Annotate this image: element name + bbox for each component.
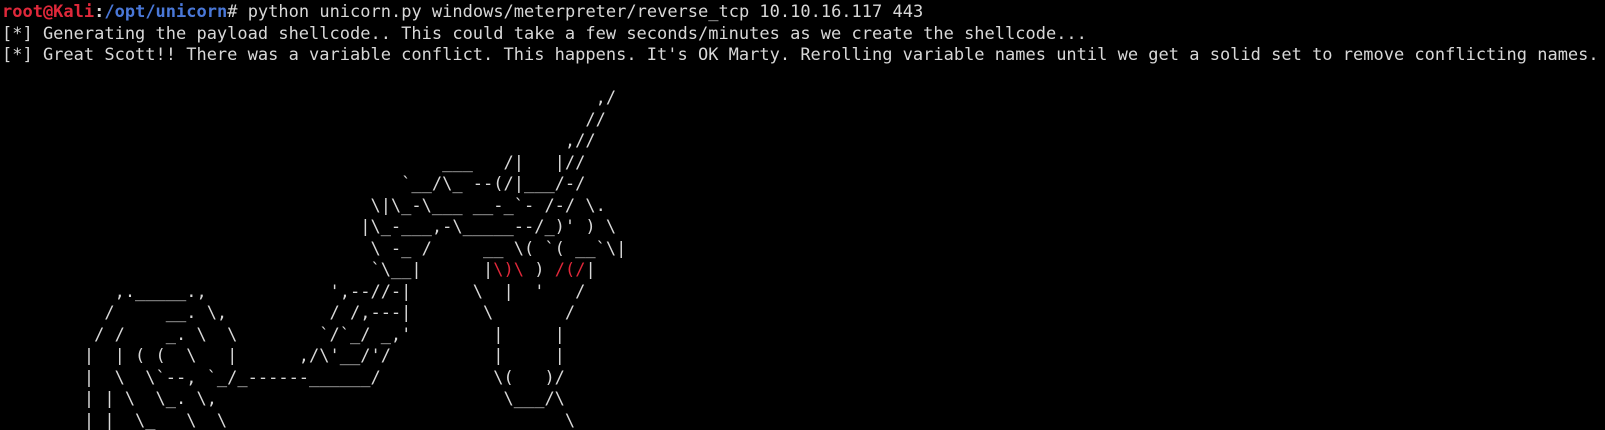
ascii-art-red-eye: \)\ (493, 260, 524, 280)
ascii-art-line: ,._____., ',--//-| \ | ' / (2, 281, 586, 302)
ascii-art-line: `\__| |\)\ ) /(/| (2, 260, 1605, 282)
prompt-symbol: # (227, 2, 248, 22)
ascii-art-line: \ -_ / __ \( `( __`\| (2, 238, 627, 259)
ascii-art-line: ___ /| |// (2, 152, 586, 173)
ascii-art-line: ,/ (2, 88, 617, 108)
output-line: [*] Generating the payload shellcode.. T… (2, 23, 1087, 44)
output-line: [*] Great Scott!! There was a variable c… (2, 45, 1599, 65)
terminal-window[interactable]: root@Kali:/opt/unicorn# python unicorn.p… (0, 0, 1605, 430)
command-line: root@Kali:/opt/unicorn# python unicorn.p… (2, 2, 1605, 24)
ascii-art-line: `__/\_ --(/|___/-/ (2, 174, 586, 194)
ascii-art-line: | | \_ \ \ \ (2, 410, 576, 430)
prompt-separator: : (94, 2, 105, 22)
ascii-art-line: | | \ \_. \, \___/\ (2, 389, 565, 409)
ascii-art-segment: ) (524, 260, 555, 280)
ascii-art-red-eye: /(/ (554, 260, 586, 280)
ascii-art-line: |\_-___,-\_____--/_)' ) \ (2, 217, 617, 237)
ascii-art-line: ,// (2, 131, 596, 151)
prompt-path: /opt/unicorn (104, 2, 228, 22)
ascii-art-line: / __. \, / /,---| \ / (2, 303, 576, 323)
ascii-art-line: / / _. \ \ `/`_/ _,' | | (2, 324, 565, 345)
ascii-art-segment: | (585, 260, 596, 280)
command-text: python unicorn.py windows/meterpreter/re… (247, 2, 924, 22)
ascii-art-line: // (2, 109, 606, 130)
ascii-art-segment: `\__| | (2, 260, 494, 280)
prompt-user-host: root@Kali (2, 2, 95, 22)
unicorn-ascii-art: ,/ // ,// ___ /| |// `__/\_ --(/|___/-/ … (2, 88, 1605, 430)
ascii-art-line: \|\_-\___ __-_`- /-/ \. (2, 195, 606, 216)
ascii-art-line: | \ \`--, `_/_------______/ \( )/ (2, 367, 565, 388)
ascii-art-line: | | ( ( \ | ,/\'__/'/ | | (2, 346, 565, 366)
